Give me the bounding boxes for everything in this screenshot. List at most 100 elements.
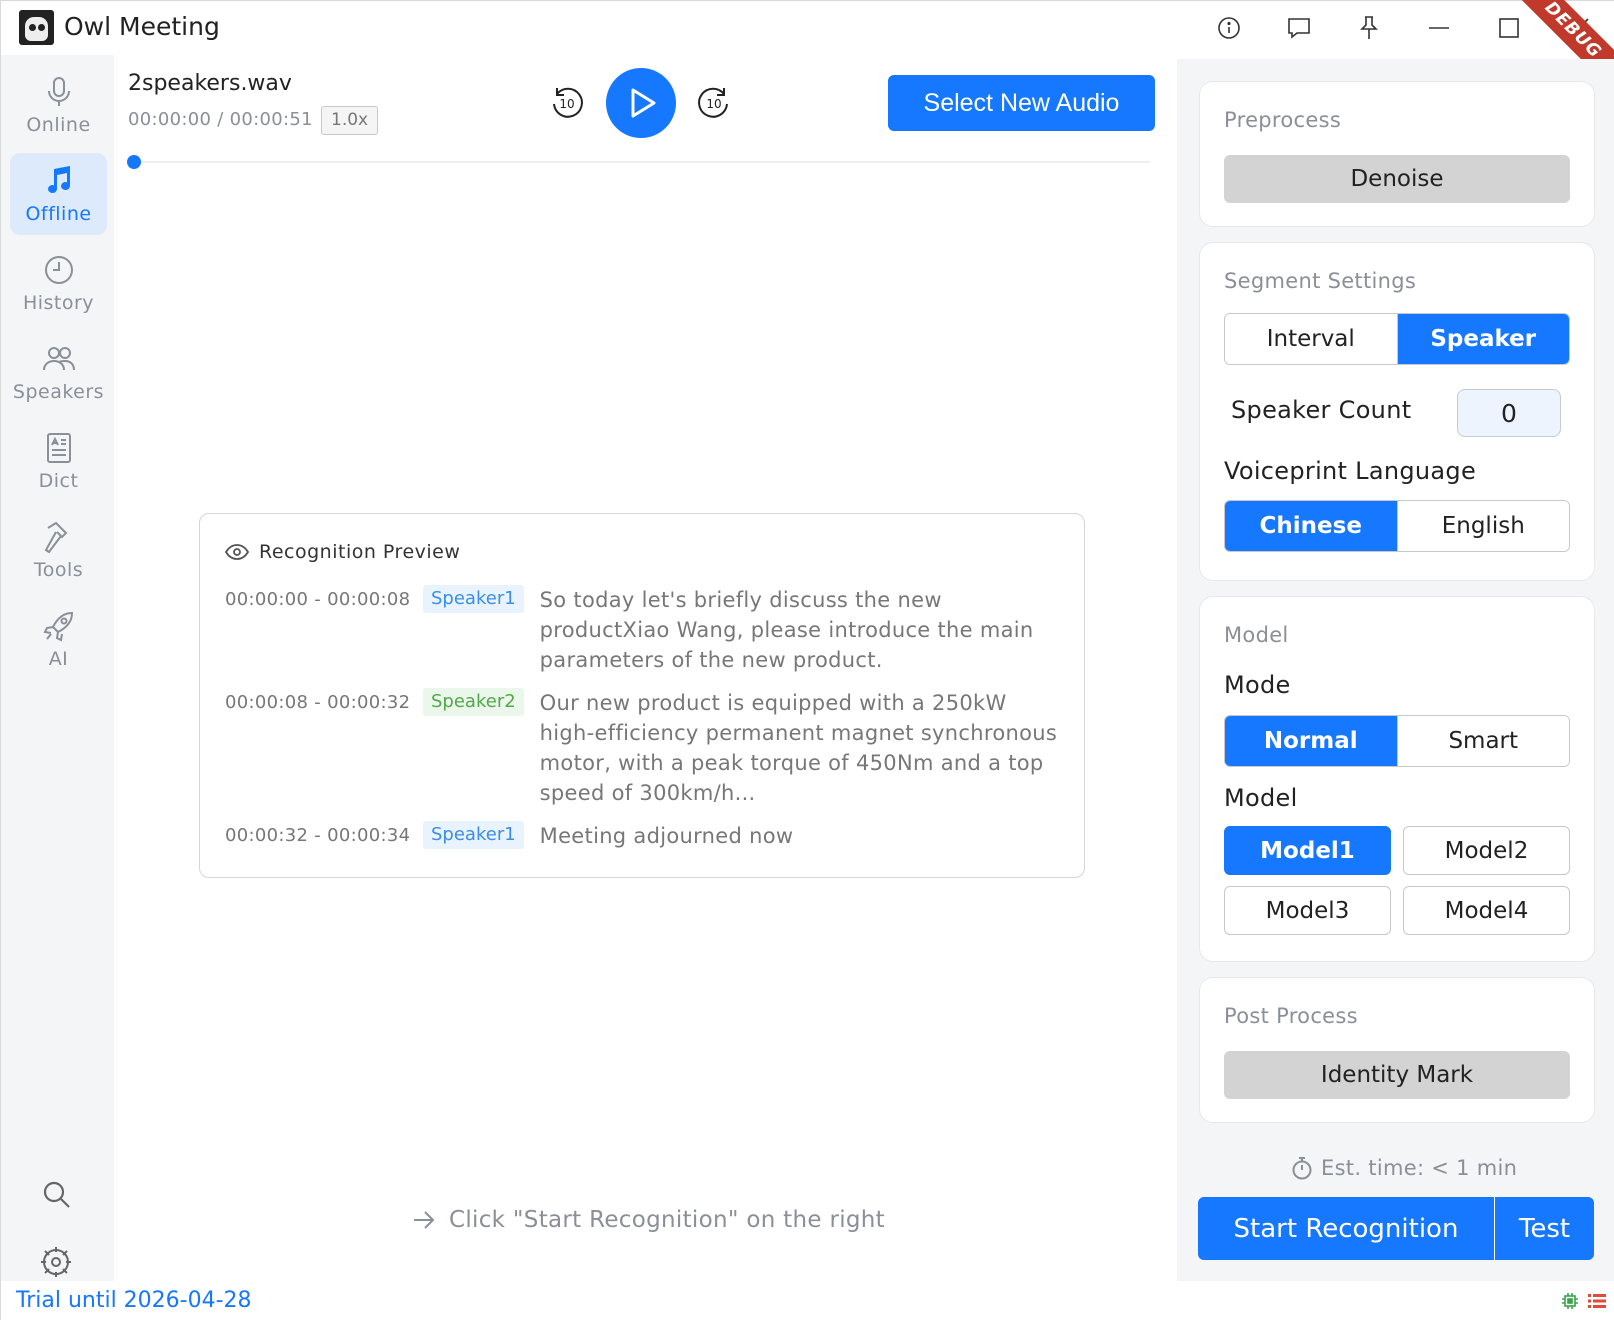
- stopwatch-icon: [1292, 1157, 1312, 1180]
- app-title: Owl Meeting: [64, 12, 220, 41]
- sidebar-item-label: History: [22, 291, 95, 314]
- segment-interval-option[interactable]: Interval: [1225, 314, 1397, 364]
- speaker-tag: Speaker2: [423, 688, 524, 716]
- segment-time: 00:00:00 - 00:00:08: [225, 589, 411, 610]
- sidebar-item-ai[interactable]: AI: [10, 598, 107, 680]
- sidebar-item-label: AI: [48, 647, 69, 670]
- settings-gear-icon[interactable]: [39, 1245, 73, 1279]
- minimize-icon[interactable]: [1422, 11, 1456, 45]
- segment-text: Meeting adjourned now: [539, 824, 794, 848]
- playback-progress-bar[interactable]: [132, 161, 1150, 163]
- model4-button[interactable]: Model4: [1403, 886, 1570, 935]
- sidebar-item-label: Tools: [33, 558, 84, 581]
- play-button[interactable]: [606, 68, 676, 138]
- speaker-tag: Speaker1: [423, 585, 524, 613]
- segment-settings-title: Segment Settings: [1224, 269, 1417, 293]
- language-english-option[interactable]: English: [1396, 501, 1569, 551]
- segment-time: 00:00:32 - 00:00:34: [225, 825, 411, 846]
- speaker-count-input[interactable]: 0: [1457, 389, 1561, 437]
- model-label: Model: [1224, 784, 1298, 812]
- owl-logo-icon: [19, 10, 54, 45]
- chip-icon[interactable]: [1561, 1292, 1579, 1310]
- preprocess-title: Preprocess: [1224, 108, 1342, 132]
- identity-mark-button[interactable]: Identity Mark: [1224, 1051, 1570, 1099]
- transcript-segment: 00:00:32 - 00:00:34 Speaker1 Meeting adj…: [225, 821, 1065, 851]
- playback-speed-button[interactable]: 1.0x: [321, 106, 379, 135]
- model2-button[interactable]: Model2: [1403, 826, 1570, 875]
- start-hint: Click "Start Recognition" on the right: [413, 1207, 885, 1233]
- model1-button[interactable]: Model1: [1224, 826, 1391, 875]
- recognition-preview-panel: Recognition Preview 00:00:00 - 00:00:08 …: [199, 513, 1085, 878]
- preprocess-card: Preprocess Denoise: [1199, 81, 1595, 227]
- mode-smart-option[interactable]: Smart: [1396, 716, 1569, 766]
- sidebar-item-label: Speakers: [12, 380, 105, 403]
- sidebar: Online Offline History Speakers Dict Too…: [1, 55, 114, 1281]
- speaker-tag: Speaker1: [423, 821, 524, 849]
- feedback-icon[interactable]: [1282, 11, 1316, 45]
- post-process-title: Post Process: [1224, 1004, 1358, 1028]
- sidebar-item-label: Dict: [38, 469, 79, 492]
- sidebar-item-history[interactable]: History: [10, 242, 107, 324]
- clock-icon: [44, 255, 73, 284]
- select-new-audio-button[interactable]: Select New Audio: [888, 75, 1155, 131]
- playback-progress-handle[interactable]: [127, 155, 141, 169]
- pin-icon[interactable]: [1352, 11, 1386, 45]
- speaker-count-label: Speaker Count: [1231, 396, 1412, 424]
- mode-normal-option[interactable]: Normal: [1225, 716, 1397, 766]
- eye-icon: [225, 544, 249, 560]
- settings-panel: Preprocess Denoise Segment Settings Inte…: [1177, 59, 1614, 1281]
- estimated-time: Est. time: < 1 min: [1291, 1156, 1517, 1180]
- post-process-card: Post Process Identity Mark: [1199, 977, 1595, 1123]
- status-bar: Trial until 2026-04-28: [1, 1281, 1614, 1320]
- rocket-icon: [43, 611, 73, 641]
- svg-text:10: 10: [706, 97, 721, 111]
- segment-mode-toggle: Interval Speaker: [1224, 313, 1570, 365]
- info-icon[interactable]: [1212, 11, 1246, 45]
- music-note-icon: [47, 165, 70, 193]
- denoise-button[interactable]: Denoise: [1224, 155, 1570, 203]
- sidebar-item-online[interactable]: Online: [10, 64, 107, 146]
- svg-text:10: 10: [559, 97, 574, 111]
- segment-speaker-option[interactable]: Speaker: [1396, 314, 1569, 364]
- segment-text: Our new product is equipped with a 250kW…: [539, 691, 1058, 805]
- voiceprint-language-toggle: Chinese English: [1224, 500, 1570, 552]
- sidebar-item-tools[interactable]: Tools: [10, 509, 107, 591]
- arrow-right-icon: [414, 1211, 435, 1229]
- trial-status: Trial until 2026-04-28: [16, 1288, 252, 1313]
- model-card-title: Model: [1224, 623, 1289, 647]
- language-chinese-option[interactable]: Chinese: [1225, 501, 1397, 551]
- segment-text: So today let's briefly discuss the new p…: [539, 588, 1034, 672]
- preview-title: Recognition Preview: [259, 541, 461, 563]
- sidebar-item-label: Offline: [25, 202, 92, 225]
- model-card: Model Mode Normal Smart Model Model1 Mod…: [1199, 596, 1595, 962]
- users-icon: [42, 346, 75, 370]
- skip-back-10-icon[interactable]: 10: [549, 85, 585, 121]
- segment-settings-card: Segment Settings Interval Speaker Speake…: [1199, 242, 1595, 581]
- status-icons: [1561, 1292, 1607, 1310]
- preview-header: Recognition Preview: [225, 541, 460, 563]
- start-recognition-button[interactable]: Start Recognition: [1198, 1197, 1494, 1260]
- playback-time: 00:00:00 / 00:00:51: [128, 109, 313, 130]
- estimated-time-text: Est. time: < 1 min: [1321, 1156, 1518, 1180]
- start-hint-text: Click "Start Recognition" on the right: [449, 1207, 885, 1233]
- voiceprint-language-label: Voiceprint Language: [1224, 457, 1477, 485]
- segment-time: 00:00:08 - 00:00:32: [225, 692, 411, 713]
- test-button[interactable]: Test: [1494, 1197, 1594, 1260]
- mode-label: Mode: [1224, 671, 1291, 699]
- transcript-segment: 00:00:08 - 00:00:32 Speaker2 Our new pro…: [225, 688, 1065, 808]
- list-icon[interactable]: [1587, 1292, 1607, 1310]
- play-icon: [631, 88, 656, 118]
- skip-forward-10-icon[interactable]: 10: [696, 85, 732, 121]
- mode-toggle: Normal Smart: [1224, 715, 1570, 767]
- sidebar-item-dict[interactable]: Dict: [10, 420, 107, 502]
- hammer-icon: [44, 521, 67, 553]
- search-icon[interactable]: [39, 1177, 73, 1211]
- app-window: Owl Meeting DEBUG Online Offline History…: [0, 0, 1614, 1320]
- audio-file-name: 2speakers.wav: [128, 71, 292, 96]
- sidebar-item-offline[interactable]: Offline: [10, 153, 107, 235]
- sidebar-item-label: Online: [26, 113, 91, 136]
- transcript-segment: 00:00:00 - 00:00:08 Speaker1 So today le…: [225, 585, 1065, 675]
- sidebar-item-speakers[interactable]: Speakers: [10, 331, 107, 413]
- maximize-icon[interactable]: [1492, 11, 1526, 45]
- model3-button[interactable]: Model3: [1224, 886, 1391, 935]
